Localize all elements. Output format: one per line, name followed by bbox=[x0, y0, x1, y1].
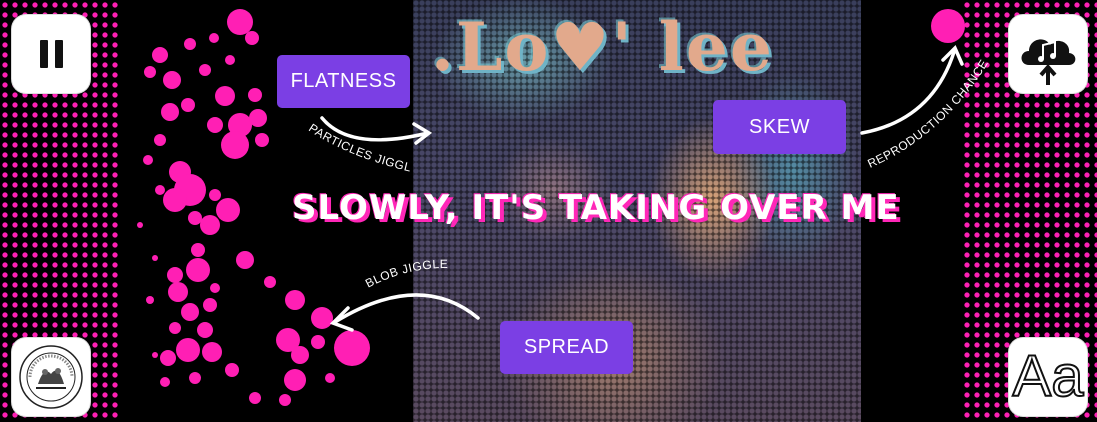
reproduction-chance-label: REPRODUCTION CHANCE bbox=[865, 57, 990, 171]
parameter-arrows: PARTICLES JIGGLE REPRODUCTION CHANCE BLO… bbox=[0, 0, 990, 332]
particles-jiggle-label: PARTICLES JIGGLE bbox=[0, 0, 413, 175]
spread-arrow bbox=[333, 293, 480, 324]
blob-jiggle-label: BLOB JIGGLE bbox=[363, 257, 448, 291]
